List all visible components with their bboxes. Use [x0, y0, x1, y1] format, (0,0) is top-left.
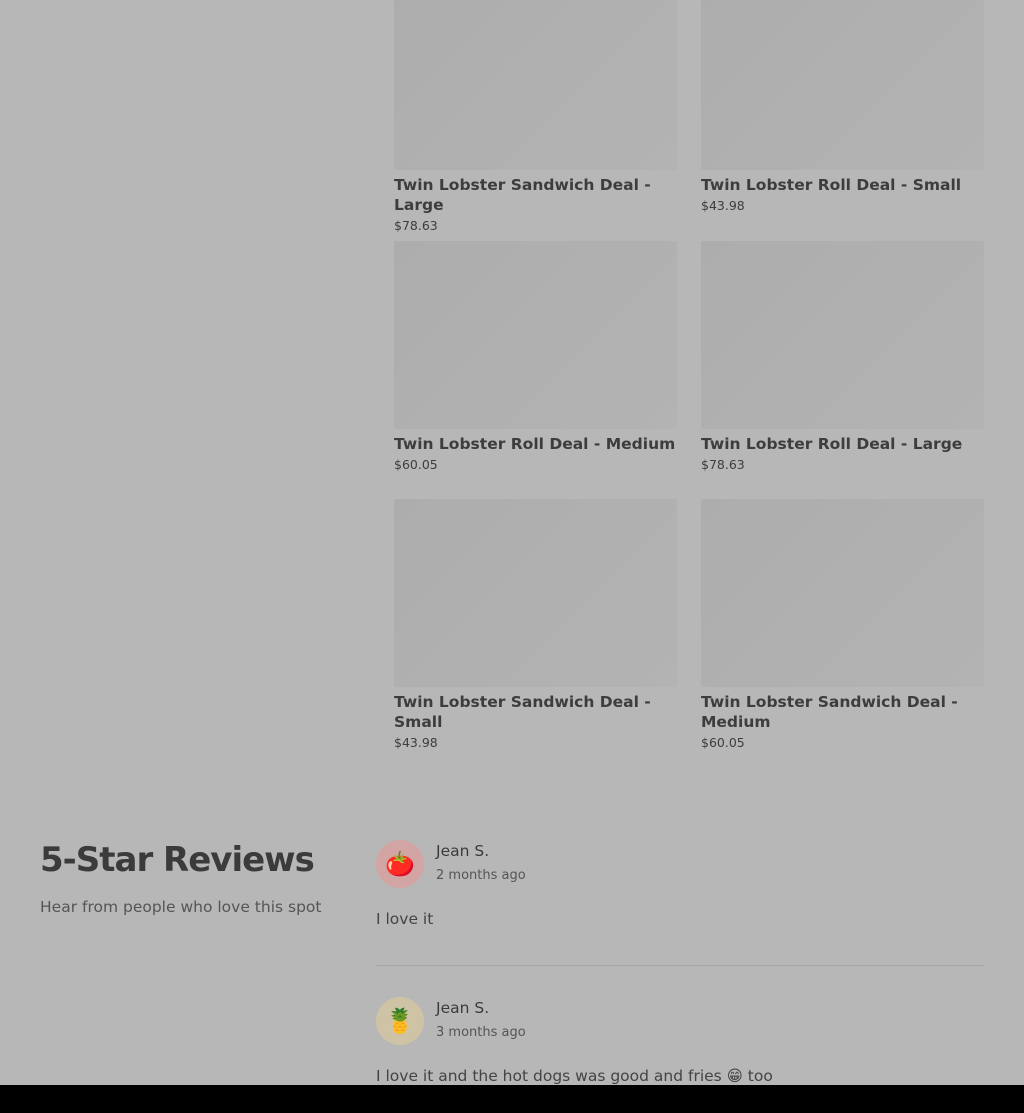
- menu-item-price: $78.63: [394, 218, 438, 233]
- menu-item-card[interactable]: Twin Lobster Roll Deal - Large $78.63: [701, 241, 984, 472]
- reviews-subtitle: Hear from people who love this spot: [40, 898, 322, 916]
- menu-item-image: [701, 499, 984, 687]
- review-time: 2 months ago: [436, 868, 526, 883]
- menu-item-name: Twin Lobster Roll Deal - Small: [701, 176, 962, 194]
- menu-item-image: [394, 499, 677, 687]
- menu-item-card[interactable]: Twin Lobster Sandwich Deal - Small $43.9…: [394, 499, 677, 750]
- menu-item-image: [701, 241, 984, 429]
- reviewer-name: Jean S.: [436, 842, 490, 860]
- menu-item-card[interactable]: Twin Lobster Sandwich Deal - Large $78.6…: [394, 0, 677, 233]
- menu-item-price: $60.05: [394, 457, 438, 472]
- menu-item-price: $60.05: [701, 735, 745, 750]
- bottom-bar: [0, 1085, 1024, 1113]
- menu-item-name: Twin Lobster Sandwich Deal - Large: [394, 176, 651, 214]
- menu-item-price: $78.63: [701, 457, 745, 472]
- menu-item-price: $43.98: [701, 198, 745, 213]
- menu-item-price: $43.98: [394, 735, 438, 750]
- review-divider: [376, 965, 984, 966]
- review-text: I love it and the hot dogs was good and …: [376, 1067, 773, 1085]
- menu-item-image: [701, 0, 984, 170]
- review-text: I love it: [376, 910, 434, 928]
- tomato-icon: 🍅: [376, 840, 424, 888]
- menu-item-card[interactable]: Twin Lobster Roll Deal - Medium $60.05: [394, 241, 677, 472]
- menu-item-card[interactable]: Twin Lobster Roll Deal - Small $43.98: [701, 0, 984, 213]
- review-time: 3 months ago: [436, 1025, 526, 1040]
- menu-item-name: Twin Lobster Sandwich Deal - Medium: [701, 693, 958, 731]
- menu-item-image: [394, 0, 677, 170]
- reviews-heading: 5-Star Reviews: [40, 840, 315, 880]
- menu-item-image: [394, 241, 677, 429]
- menu-item-name: Twin Lobster Sandwich Deal - Small: [394, 693, 651, 731]
- reviewer-name: Jean S.: [436, 999, 490, 1017]
- menu-item-name: Twin Lobster Roll Deal - Large: [701, 435, 963, 453]
- pineapple-icon: 🍍: [376, 997, 424, 1045]
- menu-item-name: Twin Lobster Roll Deal - Medium: [394, 435, 676, 453]
- menu-item-card[interactable]: Twin Lobster Sandwich Deal - Medium $60.…: [701, 499, 984, 750]
